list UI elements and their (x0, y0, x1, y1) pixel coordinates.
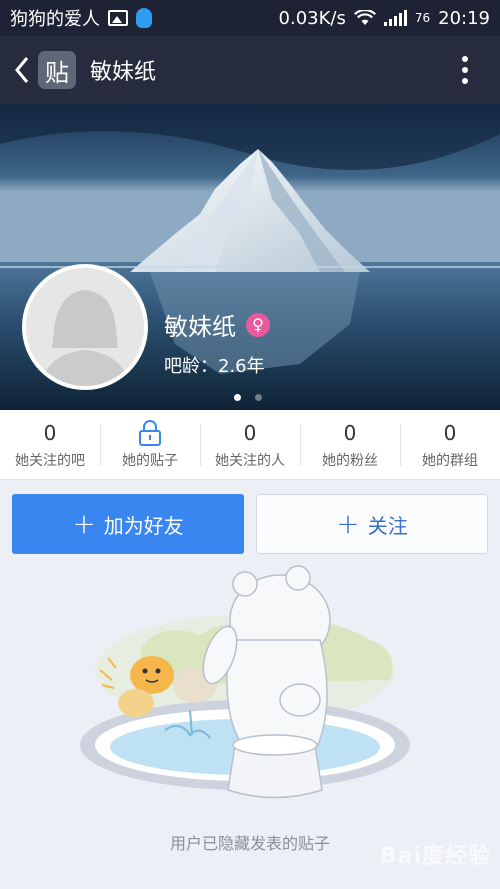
stat-groups[interactable]: 0 她的群组 (400, 410, 500, 479)
stat-posts[interactable]: 她的贴子 (100, 410, 200, 479)
stat-value: 0 (243, 420, 257, 445)
stats-bar: 0 她关注的吧 她的贴子 0 她关注的人 0 她的粉丝 0 她的群组 (0, 410, 500, 480)
stat-followed-bars[interactable]: 0 她关注的吧 (0, 410, 100, 479)
female-icon: ♀ (246, 312, 270, 337)
profile-name: 敏妹纸 (164, 313, 236, 341)
stat-label: 她的群组 (422, 452, 478, 469)
page-dot (234, 394, 241, 401)
plus-icon: + (336, 507, 360, 540)
top-bar: 贴 敏妹纸 (0, 36, 500, 104)
more-options-icon[interactable] (450, 50, 480, 90)
stat-value: 0 (43, 420, 57, 445)
tieba-age-label: 吧龄： (164, 356, 218, 377)
stat-fans[interactable]: 0 她的粉丝 (300, 410, 400, 479)
profile-name-row: 敏妹纸 ♀ (164, 307, 270, 342)
stat-label: 她的贴子 (122, 452, 178, 469)
back-icon[interactable] (8, 50, 36, 90)
add-friend-label: 加为好友 (103, 513, 184, 538)
empty-state-illustration (80, 565, 410, 799)
stat-label: 她的粉丝 (322, 452, 378, 469)
lock-icon (137, 419, 163, 446)
stat-label: 她关注的人 (215, 452, 285, 469)
status-time: 20:19 (438, 7, 490, 29)
tieba-age-value: 2.6年 (218, 356, 265, 377)
status-bar: 狗狗的爱人 0.03K/s 76 20:19 (0, 0, 500, 36)
wifi-icon (353, 10, 376, 25)
follow-button[interactable]: + 关注 (256, 494, 488, 554)
stat-label: 她关注的吧 (15, 452, 85, 469)
profile-banner: 敏妹纸 ♀ 吧龄： 2.6年 (0, 104, 500, 410)
network-speed: 0.03K/s (278, 7, 346, 29)
follow-label: 关注 (367, 513, 408, 538)
stat-following[interactable]: 0 她关注的人 (200, 410, 300, 479)
status-carrier-text: 狗狗的爱人 (10, 9, 100, 30)
qq-icon (136, 8, 152, 28)
plus-icon: + (72, 507, 96, 540)
image-icon (108, 10, 128, 26)
tieba-logo[interactable]: 贴 (38, 51, 76, 89)
baidu-jingyan-watermark: Bai度经验 (380, 844, 492, 869)
battery-level: 76 (414, 11, 431, 25)
tieba-age: 吧龄： 2.6年 (164, 352, 265, 378)
page-dot (255, 394, 262, 401)
stat-value: 0 (443, 420, 457, 445)
avatar[interactable] (22, 264, 148, 390)
signal-icon (383, 10, 407, 26)
page-title: 敏妹纸 (90, 60, 157, 85)
add-friend-button[interactable]: + 加为好友 (12, 494, 244, 554)
banner-page-indicator (234, 394, 262, 401)
stat-value: 0 (343, 420, 357, 445)
